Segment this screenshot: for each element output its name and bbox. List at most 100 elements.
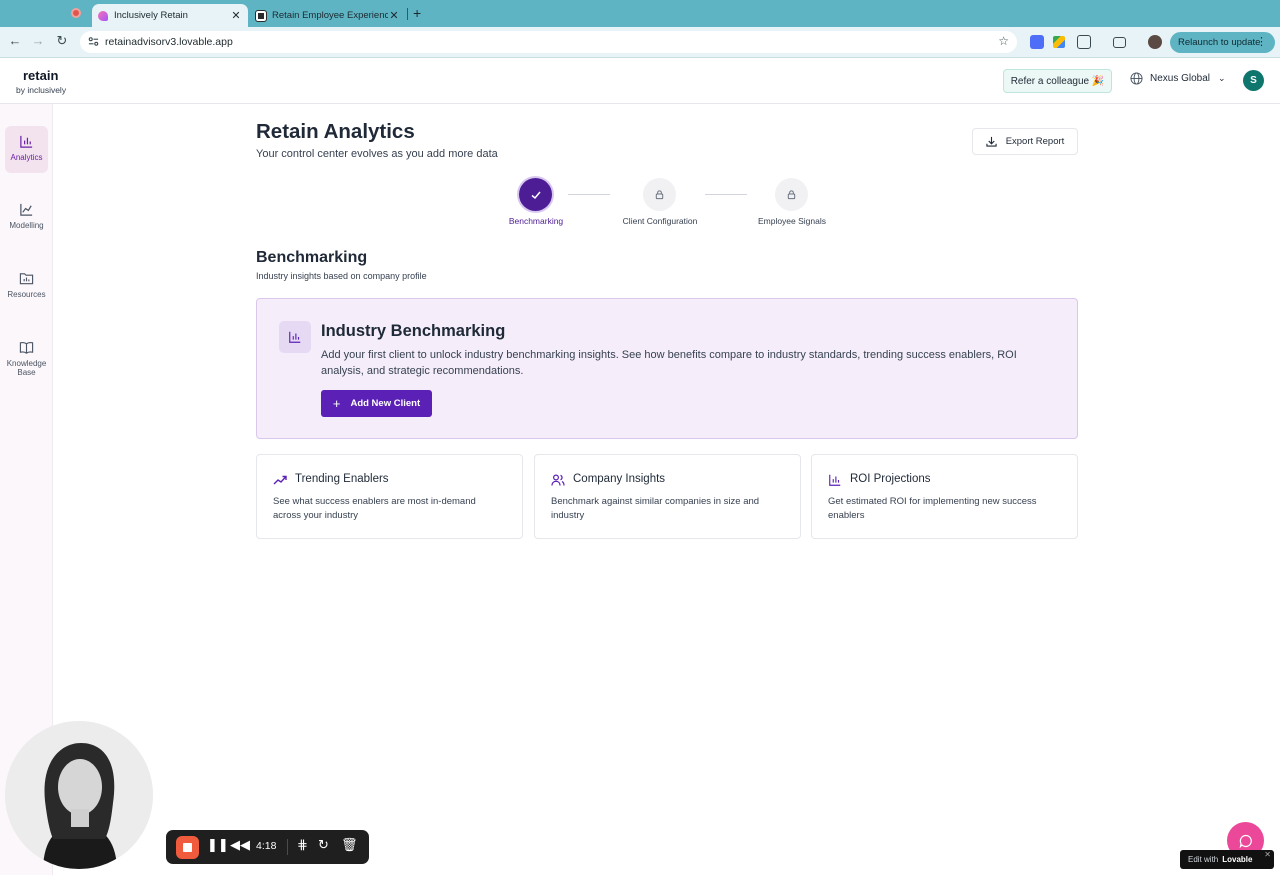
hero-title: Industry Benchmarking bbox=[321, 322, 506, 340]
step-client-configuration[interactable] bbox=[643, 178, 676, 211]
hero-description: Add your first client to unlock industry… bbox=[321, 349, 1017, 377]
app-logo[interactable]: retain bbox=[23, 68, 58, 83]
cast-icon[interactable] bbox=[1113, 37, 1126, 48]
feature-description: Get estimated ROI for implementing new s… bbox=[828, 496, 1037, 521]
globe-icon bbox=[1130, 72, 1143, 85]
app-header: retain by inclusively Refer a colleague … bbox=[0, 58, 1280, 104]
page-subtitle: Your control center evolves as you add m… bbox=[256, 148, 498, 160]
plus-icon: + bbox=[332, 396, 341, 411]
pause-icon[interactable]: ❚❚ bbox=[207, 837, 229, 853]
sidebar-item-label: Modelling bbox=[9, 221, 44, 230]
recorder-divider bbox=[287, 839, 288, 855]
lovable-favicon-icon bbox=[98, 10, 108, 21]
chat-icon bbox=[1239, 834, 1252, 848]
feature-card-trending-enablers: Trending Enablers See what success enabl… bbox=[256, 454, 523, 539]
lovable-brand-label: Lovable bbox=[1222, 855, 1253, 864]
organization-name: Nexus Global bbox=[1150, 73, 1211, 84]
webcam-preview[interactable] bbox=[5, 721, 153, 869]
industry-benchmarking-card: Industry Benchmarking Add your first cli… bbox=[256, 298, 1078, 439]
chevron-down-icon: ⌄ bbox=[1218, 73, 1226, 83]
step-employee-signals[interactable] bbox=[775, 178, 808, 211]
puzzle-extensions-icon[interactable] bbox=[1077, 35, 1091, 49]
bar-chart-icon bbox=[20, 135, 33, 148]
step-benchmarking[interactable] bbox=[519, 178, 552, 211]
step-connector bbox=[568, 194, 610, 195]
sidebar-item-label: Knowledge Base bbox=[6, 359, 47, 377]
recording-indicator-icon bbox=[71, 8, 81, 18]
more-menu-icon[interactable]: ⋮ bbox=[1256, 35, 1267, 48]
trash-icon[interactable]: 🗑 bbox=[341, 837, 358, 853]
book-icon bbox=[19, 341, 34, 354]
relaunch-label: Relaunch to update bbox=[1178, 37, 1261, 48]
sidebar-item-label: Resources bbox=[7, 290, 46, 299]
sidebar-item-analytics[interactable]: Analytics bbox=[5, 126, 48, 173]
restart-icon[interactable]: ↻ bbox=[318, 837, 329, 853]
stop-recording-button[interactable] bbox=[176, 836, 199, 859]
close-icon[interactable]: ✕ bbox=[1264, 850, 1271, 859]
edit-with-lovable-badge[interactable]: Edit with Lovable ✕ bbox=[1180, 850, 1274, 869]
step-connector bbox=[705, 194, 747, 195]
feature-title: Company Insights bbox=[573, 473, 666, 485]
browser-tab-inclusively-retain[interactable]: Inclusively Retain ✕ bbox=[92, 4, 248, 27]
section-title: Benchmarking bbox=[256, 249, 368, 266]
line-chart-icon bbox=[20, 203, 33, 216]
lock-icon bbox=[655, 190, 664, 200]
sidebar-item-knowledge-base[interactable]: Knowledge Base bbox=[5, 332, 48, 377]
organization-selector[interactable]: Nexus Global ⌄ bbox=[1130, 72, 1226, 85]
tab-close-icon[interactable]: ✕ bbox=[230, 9, 242, 22]
url-text: retainadvisorv3.lovable.app bbox=[105, 36, 233, 48]
edit-with-label: Edit with bbox=[1188, 855, 1219, 864]
lock-icon bbox=[787, 190, 796, 200]
bar-chart-icon bbox=[829, 474, 841, 486]
tab-title: Inclusively Retain bbox=[114, 10, 188, 21]
trending-up-icon bbox=[273, 475, 287, 485]
page-title: Retain Analytics bbox=[256, 120, 415, 143]
feature-title: ROI Projections bbox=[850, 473, 931, 485]
user-avatar[interactable]: S bbox=[1243, 70, 1264, 91]
folder-chart-icon bbox=[19, 273, 34, 285]
app-logo-subtitle: by inclusively bbox=[16, 85, 67, 95]
back-arrow-icon[interactable]: ← bbox=[6, 33, 24, 48]
check-icon bbox=[531, 191, 541, 199]
sidebar-item-modelling[interactable]: Modelling bbox=[5, 194, 48, 230]
feature-title: Trending Enablers bbox=[295, 473, 389, 485]
browser-tab-retain-employee-experience[interactable]: Retain Employee Experience ✕ bbox=[250, 4, 406, 27]
browser-tab-bar: Inclusively Retain ✕ Retain Employee Exp… bbox=[0, 0, 1280, 27]
export-report-label: Export Report bbox=[1005, 136, 1065, 147]
feature-card-company-insights: Company Insights Benchmark against simil… bbox=[534, 454, 801, 539]
sidebar-item-label: Analytics bbox=[10, 153, 43, 162]
tab-close-icon[interactable]: ✕ bbox=[388, 9, 400, 22]
relaunch-update-button[interactable]: Relaunch to update ⋮ bbox=[1170, 32, 1275, 53]
tab-title: Retain Employee Experience bbox=[272, 10, 388, 21]
address-bar[interactable]: retainadvisorv3.lovable.app ☆ bbox=[80, 31, 1017, 53]
reload-icon[interactable]: ↻ bbox=[53, 33, 71, 49]
step-label-employee-signals: Employee Signals bbox=[757, 216, 827, 226]
drive-extension-icon[interactable] bbox=[1053, 36, 1065, 48]
tab-divider bbox=[407, 8, 408, 20]
bookmark-star-icon[interactable]: ☆ bbox=[998, 34, 1009, 48]
recording-timer: 4:18 bbox=[256, 840, 277, 852]
grid-icon[interactable]: ⋕ bbox=[297, 837, 308, 853]
add-new-client-label: Add New Client bbox=[350, 398, 421, 409]
site-favicon-icon bbox=[255, 9, 267, 22]
browser-toolbar: ← → ↻ retainadvisorv3.lovable.app ☆ Rela… bbox=[0, 27, 1280, 58]
site-settings-icon[interactable] bbox=[88, 36, 99, 47]
sidebar-item-resources[interactable]: Resources bbox=[5, 263, 48, 299]
add-new-client-button[interactable]: + Add New Client bbox=[321, 390, 432, 417]
rewind-icon[interactable]: ◀◀ bbox=[230, 837, 250, 853]
section-subtitle: Industry insights based on company profi… bbox=[256, 271, 427, 281]
users-icon bbox=[551, 474, 565, 486]
feature-card-roi-projections: ROI Projections Get estimated ROI for im… bbox=[811, 454, 1078, 539]
bar-chart-icon bbox=[279, 321, 311, 353]
step-label-client-configuration: Client Configuration bbox=[622, 216, 698, 226]
export-report-button[interactable]: Export Report bbox=[972, 128, 1078, 155]
refer-colleague-button[interactable]: Refer a colleague 🎉 bbox=[1003, 69, 1112, 93]
extension-icon[interactable] bbox=[1030, 35, 1044, 49]
new-tab-icon[interactable]: + bbox=[413, 5, 421, 21]
forward-arrow-icon[interactable]: → bbox=[29, 33, 47, 48]
profile-avatar-icon[interactable] bbox=[1148, 35, 1162, 49]
step-label-benchmarking: Benchmarking bbox=[508, 216, 564, 226]
download-icon bbox=[986, 136, 997, 147]
feature-description: See what success enablers are most in-de… bbox=[273, 496, 476, 521]
feature-description: Benchmark against similar companies in s… bbox=[551, 496, 760, 521]
